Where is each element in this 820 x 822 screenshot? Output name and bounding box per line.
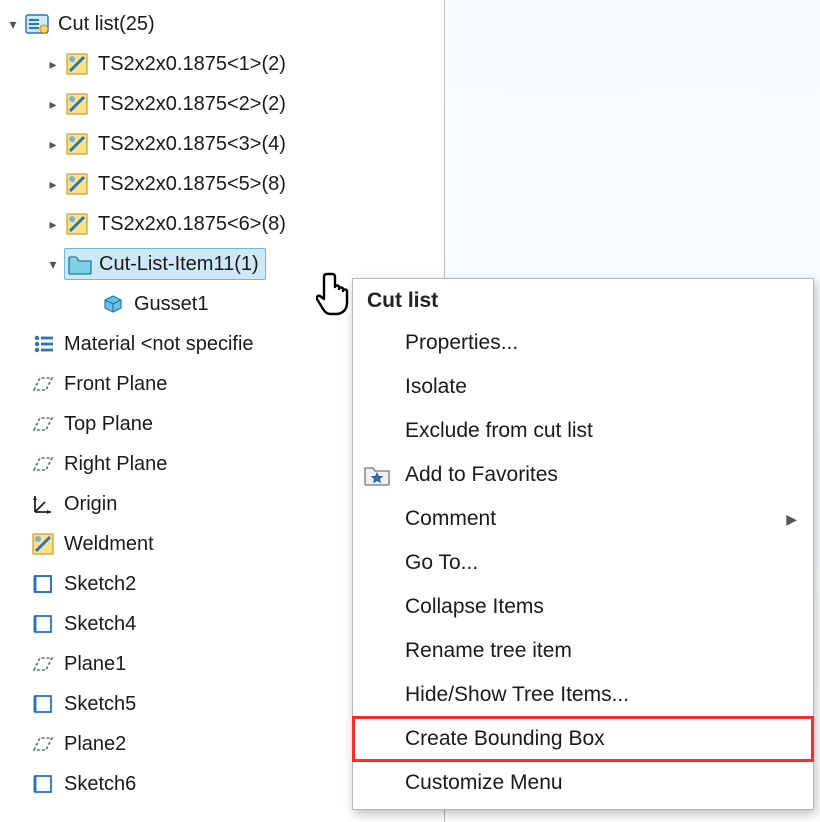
blank-icon bbox=[363, 417, 391, 445]
menu-item-exclude[interactable]: Exclude from cut list bbox=[353, 409, 813, 453]
tree-item[interactable]: ▸ TS2x2x0.1875<3>(4) bbox=[0, 124, 444, 164]
sketch-icon bbox=[30, 691, 56, 717]
tree-item-label: Origin bbox=[64, 493, 117, 516]
sketch-icon bbox=[30, 611, 56, 637]
menu-item-label: Go To... bbox=[405, 551, 797, 575]
caret-right-icon[interactable]: ▸ bbox=[46, 216, 60, 233]
plane-icon bbox=[30, 411, 56, 437]
folder-icon bbox=[67, 251, 93, 277]
caret-right-icon[interactable]: ▸ bbox=[46, 136, 60, 153]
menu-item-comment[interactable]: Comment ▶ bbox=[353, 497, 813, 541]
menu-item-isolate[interactable]: Isolate bbox=[353, 365, 813, 409]
weld-profile-icon bbox=[64, 51, 90, 77]
tree-item-label: Sketch2 bbox=[64, 573, 136, 596]
cut-list-icon bbox=[24, 11, 50, 37]
plane-icon bbox=[30, 451, 56, 477]
material-icon bbox=[30, 331, 56, 357]
weld-profile-icon bbox=[64, 91, 90, 117]
blank-icon bbox=[363, 373, 391, 401]
blank-icon bbox=[363, 769, 391, 797]
favorites-folder-icon bbox=[363, 461, 391, 489]
tree-item[interactable]: ▸ TS2x2x0.1875<6>(8) bbox=[0, 204, 444, 244]
menu-item-customize[interactable]: Customize Menu bbox=[353, 761, 813, 805]
tree-item-label: Sketch4 bbox=[64, 613, 136, 636]
tree-item-label: Top Plane bbox=[64, 413, 153, 436]
tree-item-label: TS2x2x0.1875<3>(4) bbox=[98, 133, 286, 156]
menu-item-rename[interactable]: Rename tree item bbox=[353, 629, 813, 673]
tree-item-label: Cut-List-Item11(1) bbox=[99, 253, 259, 276]
caret-right-icon[interactable]: ▸ bbox=[46, 96, 60, 113]
menu-item-label: Hide/Show Tree Items... bbox=[405, 683, 797, 707]
tree-item-label: Material <not specifie bbox=[64, 333, 254, 356]
blank-icon bbox=[363, 593, 391, 621]
sketch-icon bbox=[30, 571, 56, 597]
menu-item-create-bounding-box[interactable]: Create Bounding Box bbox=[353, 717, 813, 761]
menu-item-hide-show[interactable]: Hide/Show Tree Items... bbox=[353, 673, 813, 717]
weld-profile-icon bbox=[64, 171, 90, 197]
tree-item-label: Sketch6 bbox=[64, 773, 136, 796]
menu-item-label: Comment bbox=[405, 507, 785, 531]
origin-icon bbox=[30, 491, 56, 517]
plane-icon bbox=[30, 651, 56, 677]
weld-profile-icon bbox=[64, 131, 90, 157]
tree-item-label: Plane2 bbox=[64, 733, 126, 756]
blank-icon bbox=[363, 681, 391, 709]
sketch-icon bbox=[30, 771, 56, 797]
menu-item-goto[interactable]: Go To... bbox=[353, 541, 813, 585]
plane-icon bbox=[30, 371, 56, 397]
menu-item-label: Create Bounding Box bbox=[405, 727, 797, 751]
tree-item-label: Gusset1 bbox=[134, 293, 208, 316]
tree-item-label: Plane1 bbox=[64, 653, 126, 676]
caret-right-icon[interactable]: ▸ bbox=[46, 56, 60, 73]
menu-item-label: Add to Favorites bbox=[405, 463, 797, 487]
tree-item[interactable]: ▸ TS2x2x0.1875<5>(8) bbox=[0, 164, 444, 204]
menu-item-label: Customize Menu bbox=[405, 771, 797, 795]
tree-item-label: TS2x2x0.1875<5>(8) bbox=[98, 173, 286, 196]
blank-icon bbox=[363, 725, 391, 753]
submenu-arrow-icon: ▶ bbox=[785, 511, 797, 528]
context-menu: Cut list Properties... Isolate Exclude f… bbox=[352, 278, 814, 810]
menu-item-properties[interactable]: Properties... bbox=[353, 321, 813, 365]
plane-icon bbox=[30, 731, 56, 757]
blank-icon bbox=[363, 549, 391, 577]
blank-icon bbox=[363, 637, 391, 665]
tree-item-cut-list[interactable]: ▾ Cut list(25) bbox=[0, 4, 444, 44]
caret-right-icon[interactable]: ▸ bbox=[46, 176, 60, 193]
tree-item-label: TS2x2x0.1875<6>(8) bbox=[98, 213, 286, 236]
tree-item-label: Cut list(25) bbox=[58, 13, 155, 36]
caret-down-icon[interactable]: ▾ bbox=[46, 256, 60, 273]
menu-item-collapse[interactable]: Collapse Items bbox=[353, 585, 813, 629]
menu-item-label: Exclude from cut list bbox=[405, 419, 797, 443]
context-menu-header: Cut list bbox=[353, 283, 813, 321]
tree-item-label: Front Plane bbox=[64, 373, 167, 396]
caret-down-icon[interactable]: ▾ bbox=[6, 16, 20, 33]
tree-item-label: TS2x2x0.1875<2>(2) bbox=[98, 93, 286, 116]
menu-item-label: Properties... bbox=[405, 331, 797, 355]
solid-body-icon bbox=[100, 291, 126, 317]
blank-icon bbox=[363, 505, 391, 533]
tree-item-label: TS2x2x0.1875<1>(2) bbox=[98, 53, 286, 76]
menu-item-label: Isolate bbox=[405, 375, 797, 399]
tree-item[interactable]: ▸ TS2x2x0.1875<2>(2) bbox=[0, 84, 444, 124]
weld-profile-icon bbox=[64, 211, 90, 237]
weldment-icon bbox=[30, 531, 56, 557]
tree-item-label: Right Plane bbox=[64, 453, 167, 476]
menu-item-label: Collapse Items bbox=[405, 595, 797, 619]
menu-item-label: Rename tree item bbox=[405, 639, 797, 663]
tree-item-label: Sketch5 bbox=[64, 693, 136, 716]
tree-item[interactable]: ▸ TS2x2x0.1875<1>(2) bbox=[0, 44, 444, 84]
blank-icon bbox=[363, 329, 391, 357]
menu-item-add-favorites[interactable]: Add to Favorites bbox=[353, 453, 813, 497]
tree-item-label: Weldment bbox=[64, 533, 154, 556]
